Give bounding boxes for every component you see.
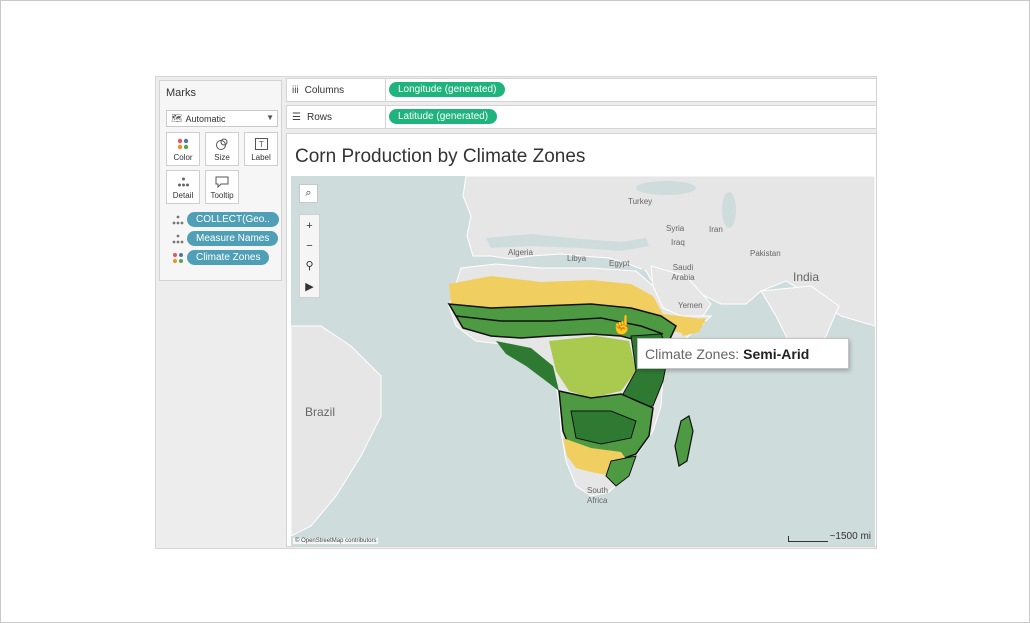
country-label: Iran [709,225,723,234]
label-icon: T [254,137,268,151]
plus-icon: + [306,219,313,232]
tooltip-field: Climate Zones: [645,345,740,362]
marks-pill-row-measure-names: Measure Names [172,231,279,246]
country-label: South Africa [587,486,608,505]
country-label: Iraq [671,238,685,247]
map-search-button[interactable]: ⌕ [299,184,318,203]
columns-label: Columns [304,84,345,96]
map-view[interactable]: ⌕ + − ⚲ ▶ Turkey Syria Iraq Iran Algeria… [291,176,875,546]
color-button[interactable]: Color [166,132,200,166]
label-button[interactable]: T Label [244,132,278,166]
country-label: Algeria [508,248,533,257]
columns-shelf-label: iii Columns [287,79,386,101]
map-tooltip: Climate Zones: Semi-Arid [637,338,849,369]
reset-map-button[interactable]: ⚲ [300,256,319,275]
marks-pill-row-climate-zones: Climate Zones [172,250,270,265]
map-scale: ~1500 mi [787,531,871,542]
country-label: Pakistan [750,249,781,258]
sheet-title: Corn Production by Climate Zones [295,146,586,167]
marks-title: Marks [166,87,196,99]
play-icon: ▶ [305,281,314,293]
latitude-pill[interactable]: Latitude (generated) [389,109,498,124]
map-mark-icon: 🗺 [171,113,183,123]
country-label: India [793,270,820,284]
tableau-worksheet: Marks 🗺 Automatic ▼ Color Size T Label D… [155,76,877,549]
rows-label: Rows [306,111,332,123]
country-label: Brazil [305,405,336,419]
rows-shelf[interactable]: ☰ Rows Latitude (generated) [286,105,877,129]
minus-icon: − [306,239,313,252]
rows-icon: ☰ [292,111,301,123]
longitude-pill[interactable]: Longitude (generated) [389,82,506,97]
rows-shelf-label: ☰ Rows [287,106,386,128]
zoom-in-button[interactable]: + [300,216,319,235]
map-zoom-controls: + − ⚲ ▶ [299,214,320,298]
pin-cross-icon: ⚲ [305,260,314,272]
marks-pill-climate-zones[interactable]: Climate Zones [187,250,270,265]
frame: Marks 🗺 Automatic ▼ Color Size T Label D… [0,0,1030,623]
mark-type-value: Automatic [185,113,226,124]
svg-text:T: T [259,140,264,149]
country-label: Libya [567,254,587,263]
detail-button[interactable]: Detail [166,170,200,204]
country-label: Saudi Arabia [671,263,695,282]
marks-pill-measure-names[interactable]: Measure Names [187,231,279,246]
chevron-down-icon: ▼ [266,113,274,122]
size-button[interactable]: Size [205,132,239,166]
country-label: Syria [666,224,685,233]
detail-label: Detail [172,190,194,200]
map-toolbar-expand-button[interactable]: ▶ [300,277,319,296]
detail-small-icon [172,234,184,243]
columns-icon: iii [292,84,299,96]
detail-small-icon [172,215,184,224]
color-dots-icon [177,137,189,151]
search-icon: ⌕ [305,187,312,199]
country-label: Turkey [628,197,653,206]
tooltip-value: Semi-Arid [743,345,810,362]
mark-type-dropdown[interactable]: 🗺 Automatic ▼ [166,110,278,127]
scale-label: ~1500 mi [829,531,871,542]
scale-bar [787,536,828,542]
country-label: Egypt [609,259,630,268]
hand-cursor-icon: ☝ [611,315,634,335]
color-small-icon [173,252,183,263]
tooltip-icon [215,175,229,189]
marks-pill-geometry[interactable]: COLLECT(Geo.. [187,212,279,227]
detail-icon [177,175,190,189]
label-label: Label [251,152,271,162]
size-label: Size [214,152,230,162]
color-label: Color [173,152,193,162]
country-label: Yemen [678,301,703,310]
marks-card: Marks 🗺 Automatic ▼ Color Size T Label D… [159,80,282,281]
tooltip-button[interactable]: Tooltip [205,170,239,204]
columns-shelf[interactable]: iii Columns Longitude (generated) [286,78,877,102]
zoom-out-button[interactable]: − [300,236,319,255]
marks-pill-row-geometry: COLLECT(Geo.. [172,212,279,227]
worksheet-view: Corn Production by Climate Zones ⌕ + − ⚲… [286,133,877,547]
size-icon [215,137,229,151]
map-attribution[interactable]: © OpenStreetMap contributors [293,538,379,544]
tooltip-label: Tooltip [210,190,234,200]
